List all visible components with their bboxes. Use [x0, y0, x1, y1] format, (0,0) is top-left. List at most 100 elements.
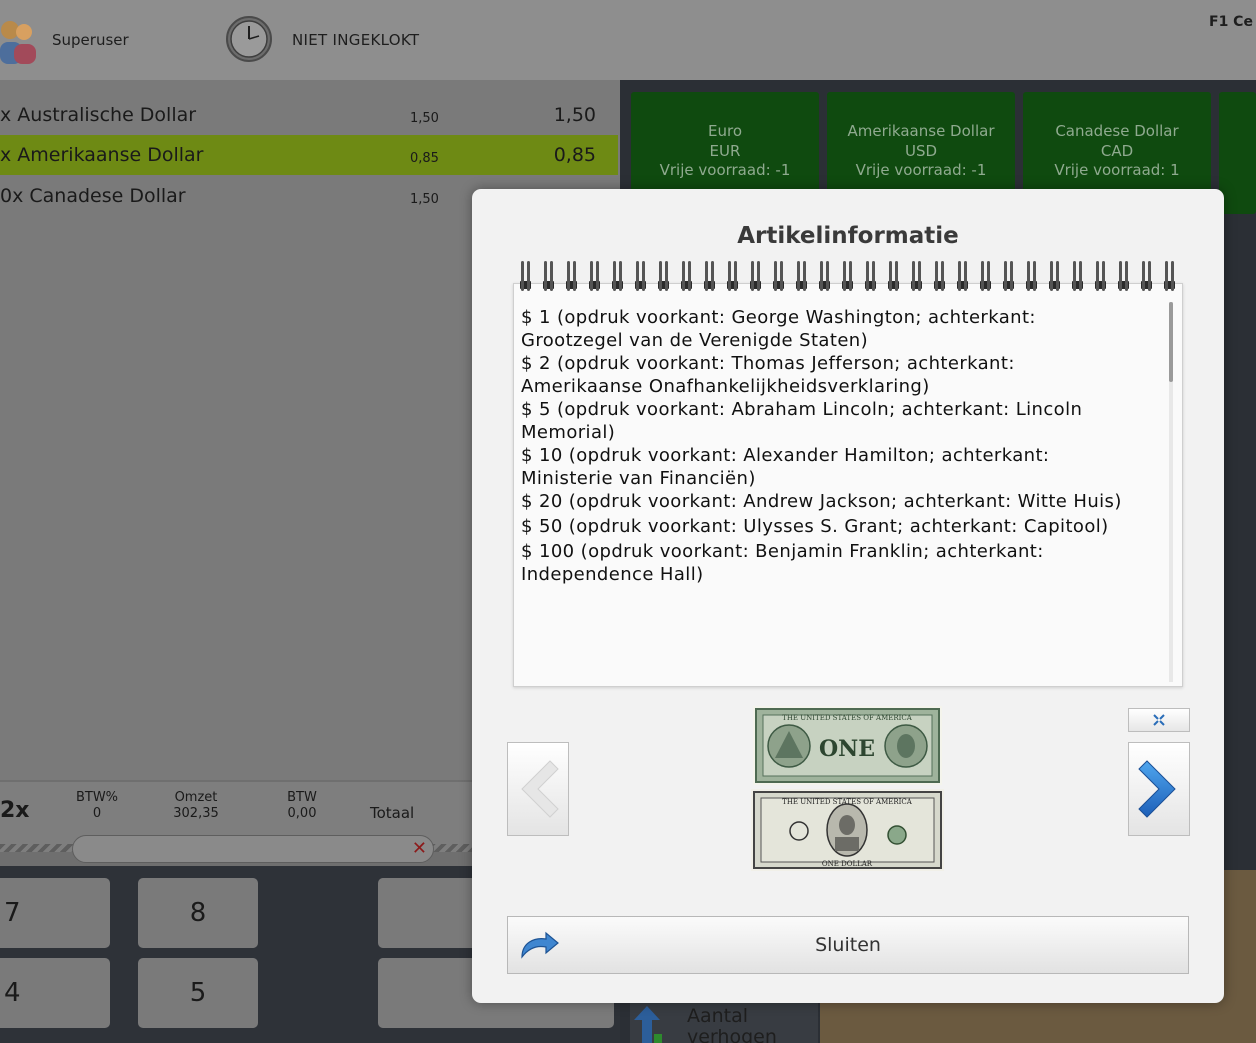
spiral-ring: [1003, 261, 1014, 291]
spiral-ring: [1049, 261, 1060, 291]
spiral-ring: [1118, 261, 1129, 291]
description-line: $ 50 (opdruk voorkant: Ulysses S. Grant;…: [521, 516, 1109, 537]
next-image-button[interactable]: [1128, 742, 1190, 836]
previous-image-button[interactable]: [507, 742, 569, 836]
increase-quantity-line1: Aantal: [687, 1005, 749, 1027]
spiral-ring: [520, 261, 531, 291]
spiral-ring: [704, 261, 715, 291]
spiral-ring: [1095, 261, 1106, 291]
summary-omzet: Omzet 302,35: [166, 790, 226, 822]
description-line: $ 1 (opdruk voorkant: George Washington;…: [521, 307, 1036, 328]
user-name[interactable]: Superuser: [52, 31, 129, 49]
currency-name: Canadese Dollar: [1055, 122, 1179, 140]
description-line: $ 2 (opdruk voorkant: Thomas Jefferson; …: [521, 353, 1015, 374]
collapse-button[interactable]: [1128, 708, 1190, 732]
ticket-row-total: 0,85: [553, 144, 596, 166]
description-line: $ 20 (opdruk voorkant: Andrew Jackson; a…: [521, 491, 1122, 512]
users-icon[interactable]: [0, 14, 40, 66]
summary-btw-value: 0,00: [287, 806, 317, 821]
spiral-ring: [1164, 261, 1175, 291]
spiral-ring: [796, 261, 807, 291]
article-description: $ 1 (opdruk voorkant: George Washington;…: [521, 306, 1161, 586]
ticket-row-unit-price: 1,50: [410, 111, 439, 126]
close-button[interactable]: Sluiten: [507, 916, 1189, 974]
notepad-spiral: [520, 261, 1175, 291]
dialog-title: Artikelinformatie: [737, 223, 959, 249]
clear-icon[interactable]: ✕: [412, 838, 427, 859]
currency-code: CAD: [1100, 141, 1134, 160]
keypad-key-8[interactable]: 8: [138, 878, 258, 948]
spiral-ring: [865, 261, 876, 291]
keypad-key-7[interactable]: 7: [0, 878, 110, 948]
top-bar: Superuser NIET INGEKLOKT F1 Ce: [0, 0, 1256, 80]
spiral-ring: [980, 261, 991, 291]
spiral-ring: [566, 261, 577, 291]
summary-btw-label: BTW: [287, 790, 317, 805]
spiral-ring: [888, 261, 899, 291]
spiral-ring: [681, 261, 692, 291]
currency-stock: Vrije voorraad: -1: [659, 161, 791, 179]
summary-btw-percent-value: 0: [92, 806, 102, 821]
chevron-right-icon: [1138, 760, 1176, 818]
ticket-row-name: x Amerikaanse Dollar: [0, 144, 204, 166]
spiral-ring: [750, 261, 761, 291]
spiral-ring: [819, 261, 830, 291]
spiral-ring: [727, 261, 738, 291]
currency-name: Amerikaanse Dollar: [847, 122, 995, 140]
currency-name: Euro: [708, 122, 742, 140]
ticket-row[interactable]: x Amerikaanse Dollar 0,85 0,85: [0, 135, 618, 175]
notepad[interactable]: $ 1 (opdruk voorkant: George Washington;…: [513, 283, 1183, 687]
summary-omzet-label: Omzet: [174, 790, 218, 805]
chevron-left-icon: [521, 760, 559, 818]
currency-stock: Vrije voorraad: -1: [855, 161, 987, 179]
spiral-ring: [934, 261, 945, 291]
ticket-row-name: x Australische Dollar: [0, 104, 197, 126]
summary-btw-percent: BTW% 0: [75, 790, 119, 822]
currency-code: USD: [904, 141, 938, 160]
spiral-ring: [543, 261, 554, 291]
summary-btw: BTW 0,00: [283, 790, 321, 822]
summary-btw-percent-label: BTW%: [75, 790, 119, 805]
description-line: $ 10 (opdruk voorkant: Alexander Hamilto…: [521, 445, 1050, 466]
keypad-key-4[interactable]: 4: [0, 958, 110, 1028]
dollar-bill-back-image[interactable]: THE UNITED STATES OF AMERICA ONE: [753, 706, 942, 785]
bill-front-heading: THE UNITED STATES OF AMERICA: [782, 714, 913, 722]
currency-tile-partial[interactable]: [1219, 92, 1256, 214]
spiral-ring: [1072, 261, 1083, 291]
increase-quantity-line2: verhogen: [687, 1026, 777, 1043]
description-line: Amerikaanse Onafhankelijkheidsverklaring…: [521, 376, 930, 397]
description-line: Grootzegel van de Verenigde Staten): [521, 330, 869, 351]
spiral-ring: [842, 261, 853, 291]
spiral-ring: [773, 261, 784, 291]
increase-quantity-button[interactable]: Aantal verhogen: [630, 1000, 818, 1043]
clock-status[interactable]: NIET INGEKLOKT: [292, 31, 419, 49]
increase-quantity-label: Aantal verhogen: [687, 1006, 777, 1043]
spiral-ring: [1141, 261, 1152, 291]
ticket-row[interactable]: x Australische Dollar 1,50 1,50: [0, 95, 618, 135]
currency-code: EUR: [709, 141, 741, 160]
summary-quantity: 2x: [0, 798, 30, 823]
scrollbar-thumb[interactable]: [1169, 302, 1173, 382]
arrow-up-plus-icon: [634, 1006, 662, 1043]
currency-stock: Vrije voorraad: 1: [1054, 161, 1180, 179]
ticket-row-total: 1,50: [553, 104, 596, 126]
search-input[interactable]: ✕: [72, 835, 434, 863]
ticket-row-unit-price: 0,85: [410, 151, 439, 166]
spiral-ring: [957, 261, 968, 291]
ticket-row-unit-price: 1,50: [410, 192, 439, 207]
bill-back-heading: THE UNITED STATES OF AMERICA: [782, 798, 913, 806]
spiral-ring: [635, 261, 646, 291]
bill-back-value: ONE DOLLAR: [822, 860, 873, 868]
function-key-label[interactable]: F1 Ce: [1209, 14, 1253, 30]
collapse-icon: [1153, 714, 1165, 726]
spiral-ring: [658, 261, 669, 291]
spiral-ring: [612, 261, 623, 291]
summary-omzet-value: 302,35: [173, 806, 219, 821]
description-line: $ 100 (opdruk voorkant: Benjamin Frankli…: [521, 541, 1044, 562]
keypad-key-9[interactable]: [378, 878, 478, 948]
dollar-bill-front-image[interactable]: THE UNITED STATES OF AMERICA ONE DOLLAR: [751, 789, 944, 871]
keypad-key-5[interactable]: 5: [138, 958, 258, 1028]
clock-icon[interactable]: [225, 15, 273, 63]
description-line: Ministerie van Financiën): [521, 468, 756, 489]
spiral-ring: [911, 261, 922, 291]
